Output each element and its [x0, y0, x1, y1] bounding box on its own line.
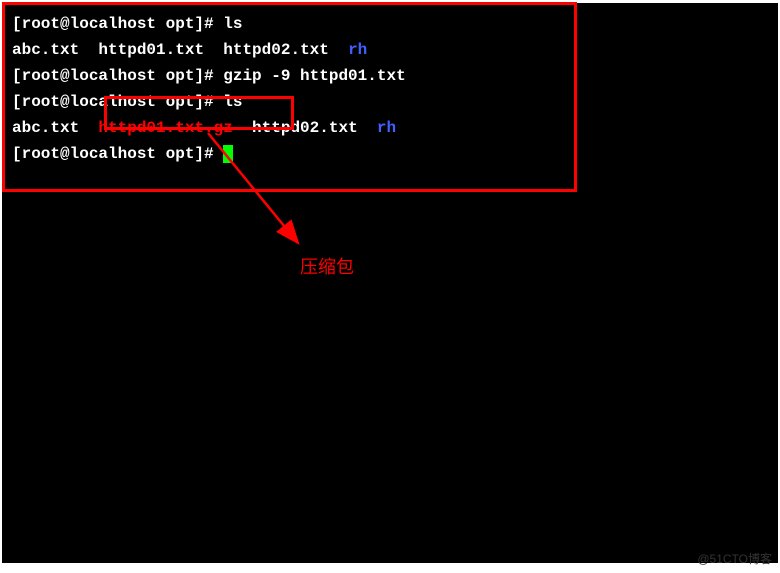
command-text: gzip -9 httpd01.txt: [223, 67, 405, 85]
terminal-line: abc.txt httpd01.txt httpd02.txt rh: [12, 37, 768, 63]
terminal-line: [root@localhost opt]# ls: [12, 11, 768, 37]
terminal-line: [root@localhost opt]# gzip -9 httpd01.tx…: [12, 63, 768, 89]
file-name: httpd01.txt: [98, 41, 204, 59]
dir-name: rh: [377, 119, 396, 137]
prompt-text: [root@localhost opt]#: [12, 67, 223, 85]
prompt-text: [root@localhost opt]#: [12, 93, 223, 111]
file-name: httpd02.txt: [223, 41, 329, 59]
prompt-text: [root@localhost opt]#: [12, 145, 223, 163]
watermark-text: @51CTO博客: [697, 550, 772, 567]
terminal-line: abc.txt httpd01.txt.gz httpd02.txt rh: [12, 115, 768, 141]
file-name: abc.txt: [12, 119, 79, 137]
terminal-window[interactable]: [root@localhost opt]# ls abc.txt httpd01…: [2, 3, 778, 563]
prompt-text: [root@localhost opt]#: [12, 15, 223, 33]
dir-name: rh: [348, 41, 367, 59]
command-text: ls: [223, 93, 242, 111]
annotation-label: 压缩包: [300, 253, 354, 279]
cursor-icon: [223, 145, 233, 163]
command-text: ls: [223, 15, 242, 33]
file-name: httpd02.txt: [252, 119, 358, 137]
terminal-line: [root@localhost opt]#: [12, 141, 768, 167]
file-name: abc.txt: [12, 41, 79, 59]
gz-file-name: httpd01.txt.gz: [98, 119, 232, 137]
terminal-line: [root@localhost opt]# ls: [12, 89, 768, 115]
